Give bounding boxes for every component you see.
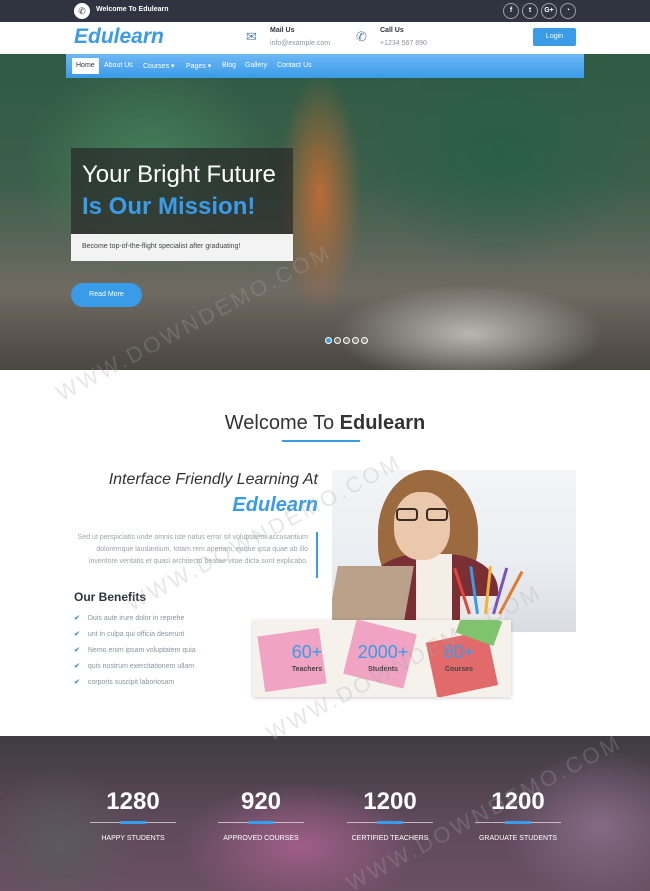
- google-plus-icon[interactable]: G+: [541, 3, 557, 19]
- student-photo: [332, 470, 576, 632]
- mail-contact: ✉ Mail Us info@example.com: [246, 26, 356, 50]
- call-value[interactable]: +1234 567 890: [380, 40, 427, 47]
- benefit-item: ✔ corporis suscipit laboriosam: [74, 678, 174, 686]
- call-label: Call Us: [380, 27, 404, 34]
- read-more-button[interactable]: Read More: [71, 283, 142, 307]
- benefit-item: ✔ Duis aute irure dolor in reprehe: [74, 614, 184, 622]
- counter-graduate-students: 1200 GRADUATE STUDENTS: [474, 788, 562, 842]
- hero-subtitle: Become top-of-the-flight specialist afte…: [82, 243, 241, 250]
- nav-gallery[interactable]: Gallery: [245, 62, 267, 69]
- counter-band: 1280 HAPPY STUDENTS 920 APPROVED COURSES…: [0, 736, 650, 891]
- nav-contact-us[interactable]: Contact Us: [277, 62, 312, 69]
- check-icon: ✔: [74, 615, 80, 622]
- benefit-text: Duis aute irure dolor in reprehe: [87, 615, 185, 622]
- slider-dot[interactable]: [343, 337, 350, 344]
- stat-teachers-value: 60+: [291, 642, 323, 662]
- mail-label: Mail Us: [270, 27, 295, 34]
- nav-courses[interactable]: Courses ▾: [143, 62, 175, 70]
- mail-icon: ✉: [246, 29, 257, 44]
- benefit-item: ✔ quis nostrum exercitationem ullam: [74, 662, 194, 670]
- hero-banner: Home About Us Courses ▾ Pages ▾ Blog Gal…: [0, 54, 650, 370]
- hero-title-box: Your Bright Future Is Our Mission!: [71, 148, 293, 234]
- stat-courses-value: 80+: [443, 642, 475, 662]
- welcome-heading: Welcome To Edulearn: [0, 412, 650, 435]
- main-nav: Home About Us Courses ▾ Pages ▾ Blog Gal…: [66, 54, 584, 78]
- stats-card: 60+ Teachers 2000+ Students 80+ Courses: [253, 620, 511, 697]
- paragraph-accent-bar: [316, 532, 318, 578]
- social-links: f t G+ ◔: [503, 3, 576, 19]
- intro-paragraph: Sed ut perspiciatis unde omnis iste natu…: [77, 534, 308, 565]
- hero-subtitle-box: Become top-of-the-flight specialist afte…: [71, 234, 293, 261]
- counter-value: 1200: [363, 788, 417, 815]
- counter-happy-students: 1280 HAPPY STUDENTS: [89, 788, 177, 842]
- counter-approved-courses: 920 APPROVED COURSES: [217, 788, 305, 842]
- counter-label: HAPPY STUDENTS: [101, 835, 165, 842]
- welcome-heading-part1: Welcome To: [224, 412, 340, 434]
- intro-heading: Interface Friendly Learning At: [108, 471, 318, 488]
- welcome-text: Welcome To Edulearn: [96, 6, 169, 13]
- counter-value: 1280: [106, 788, 160, 815]
- phone-icon: ✆: [74, 3, 90, 19]
- nav-about-us[interactable]: About Us: [104, 62, 133, 69]
- phone-call-icon: ✆: [356, 29, 367, 44]
- nav-home[interactable]: Home: [72, 58, 99, 74]
- stat-courses-label: Courses: [444, 666, 473, 673]
- counter-value: 1200: [491, 788, 545, 815]
- benefit-text: corporis suscipit laboriosam: [87, 679, 175, 686]
- slider-dot[interactable]: [334, 337, 341, 344]
- benefits-title: Our Benefits: [74, 590, 147, 604]
- mail-value[interactable]: info@example.com: [270, 40, 330, 47]
- site-header: Edulearn ✉ Mail Us info@example.com ✆ Ca…: [0, 22, 650, 54]
- benefit-item: ✔ Nemo enim ipsam voluptatem quia: [74, 646, 196, 654]
- intro-heading-brand: Edulearn: [232, 494, 318, 516]
- top-bar: ✆ Welcome To Edulearn f t G+ ◔: [0, 0, 650, 22]
- slider-dot[interactable]: [325, 337, 332, 344]
- check-icon: ✔: [74, 631, 80, 638]
- hero-title-line1: Your Bright Future: [82, 161, 276, 188]
- site-logo[interactable]: Edulearn: [74, 25, 164, 49]
- slider-dot[interactable]: [361, 337, 368, 344]
- slider-dot[interactable]: [352, 337, 359, 344]
- slider-dots: [325, 337, 368, 344]
- login-button[interactable]: Login: [533, 28, 576, 46]
- counter-label: APPROVED COURSES: [223, 835, 299, 842]
- counter-certified-teachers: 1200 CERTIFIED TEACHERS: [346, 788, 434, 842]
- twitter-icon[interactable]: t: [522, 3, 538, 19]
- stat-students-value: 2000+: [357, 642, 409, 662]
- facebook-icon[interactable]: f: [503, 3, 519, 19]
- benefit-item: ✔ unt in culpa qui officia deserunt: [74, 630, 184, 638]
- benefit-text: Nemo enim ipsam voluptatem quia: [87, 647, 196, 654]
- check-icon: ✔: [74, 647, 80, 654]
- hero-title-line2: Is Our Mission!: [82, 193, 256, 220]
- heading-underline: [282, 440, 360, 442]
- stat-teachers-label: Teachers: [291, 666, 323, 673]
- benefit-text: quis nostrum exercitationem ullam: [87, 663, 195, 670]
- counter-label: GRADUATE STUDENTS: [478, 835, 558, 842]
- rss-icon[interactable]: ◔: [560, 3, 576, 19]
- stat-students-label: Students: [368, 666, 398, 673]
- check-icon: ✔: [74, 663, 80, 670]
- call-contact: ✆ Call Us +1234 567 890: [356, 26, 456, 50]
- welcome-heading-part2: Edulearn: [339, 412, 426, 434]
- nav-blog[interactable]: Blog: [222, 62, 236, 69]
- counter-label: CERTIFIED TEACHERS: [351, 835, 429, 842]
- benefit-text: unt in culpa qui officia deserunt: [87, 631, 185, 638]
- counter-value: 920: [240, 788, 282, 815]
- check-icon: ✔: [74, 679, 80, 686]
- nav-pages[interactable]: Pages ▾: [186, 62, 211, 70]
